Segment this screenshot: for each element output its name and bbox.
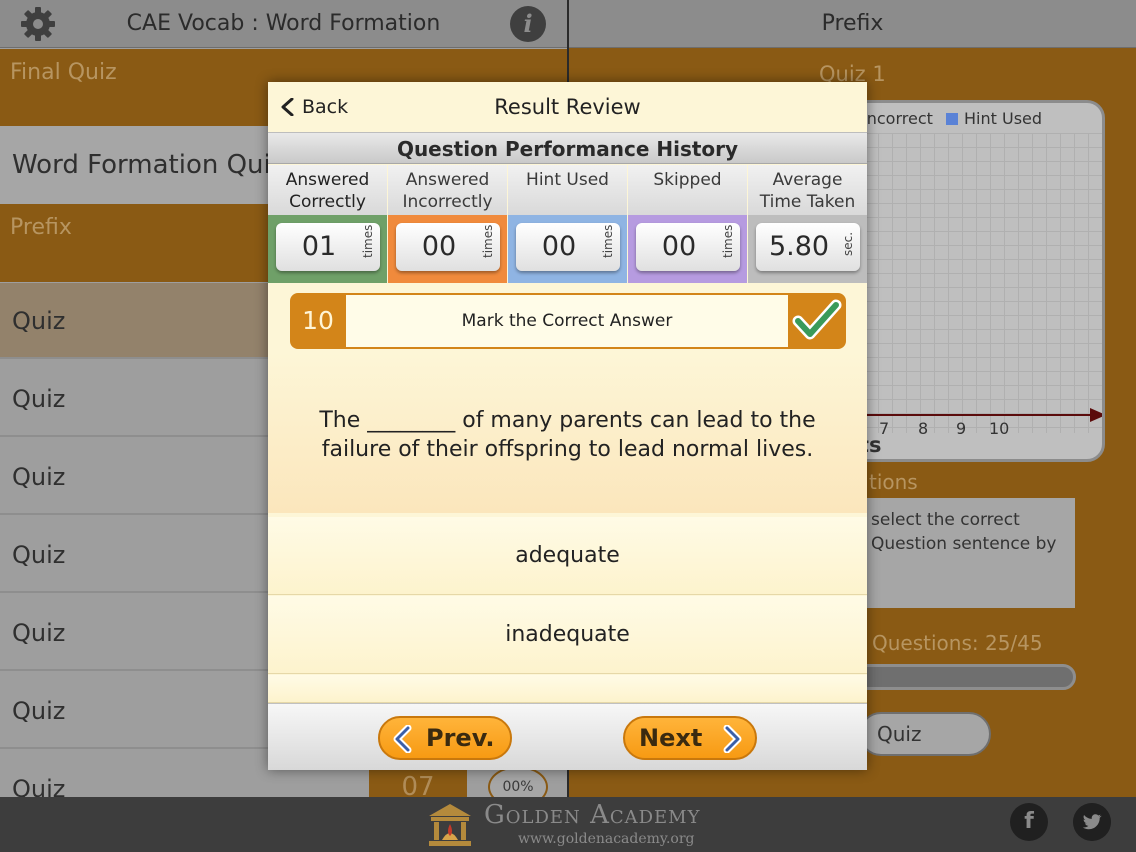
stat-value: 00 (541, 231, 577, 262)
legend-hint: Hint Used (946, 109, 1042, 128)
prev-label: Prev. (426, 724, 495, 752)
start-quiz-button[interactable]: Quiz (859, 712, 991, 756)
modal-header: Back Result Review (268, 82, 867, 132)
check-icon (792, 299, 842, 340)
brand-url[interactable]: www.goldenacademy.org (518, 831, 695, 847)
stat-answered-correctly: Answered Correctly 01 times (268, 165, 387, 283)
instructions-line: select the correct (871, 510, 1020, 530)
stat-band: 00 times (628, 215, 747, 283)
stat-label-line: Answered (285, 170, 370, 190)
instructions-box: select the correct Question sentence by (849, 498, 1075, 608)
facebook-icon[interactable]: f (1010, 803, 1048, 841)
stat-label-line: Skipped (653, 170, 722, 190)
question-line: failure of their offspring to lead norma… (321, 437, 814, 462)
stat-unit: times (361, 224, 375, 258)
quiz-score-box: 07 (369, 770, 467, 797)
instructions-line: Question sentence by (871, 534, 1057, 554)
stat-label: Hint Used (508, 165, 627, 215)
prev-button[interactable]: Prev. (378, 716, 512, 760)
answer-option[interactable]: inadequate (268, 596, 867, 674)
stat-label: Answered Correctly (268, 165, 387, 215)
stat-unit: times (601, 224, 615, 258)
answer-option-partial[interactable] (268, 675, 867, 703)
result-review-modal: Back Result Review Question Performance … (268, 82, 867, 770)
stat-value: 00 (421, 231, 457, 262)
stat-unit: sec. (841, 231, 855, 257)
left-nav-bar: CAE Vocab : Word Formation i (0, 0, 567, 48)
stat-label-line: Average (772, 170, 843, 190)
stat-answered-incorrectly: Answered Incorrectly 00 times (388, 165, 507, 283)
stat-label-line: Time Taken (759, 192, 856, 212)
tick-label: 9 (956, 419, 967, 438)
stat-value: 00 (661, 231, 697, 262)
stat-value: 01 (301, 231, 337, 262)
answer-option[interactable]: adequate (268, 517, 867, 595)
stat-unit: times (721, 224, 735, 258)
stat-band: 00 times (388, 215, 507, 283)
tick-label: 10 (989, 419, 1010, 438)
question-line: The ________ of many parents can lead to… (319, 408, 816, 433)
stat-card: 01 times (276, 223, 380, 271)
right-nav-bar: Prefix (569, 0, 1136, 48)
right-pane-title: Prefix (821, 11, 884, 36)
chevron-right-icon (723, 725, 742, 753)
back-label: Back (302, 96, 349, 118)
stat-band: 00 times (508, 215, 627, 283)
app-title: CAE Vocab : Word Formation (126, 11, 441, 36)
next-label: Next (639, 724, 703, 752)
brand-name: Golden Academy (484, 800, 701, 830)
stat-card: 00 times (636, 223, 740, 271)
stat-label: Answered Incorrectly (388, 165, 507, 215)
modal-title: Result Review (494, 95, 641, 119)
x-axis-arrow (1090, 408, 1102, 422)
stat-value: 5.80 (768, 231, 830, 262)
stat-label-line: Hint Used (526, 170, 609, 190)
stat-label: Average Time Taken (748, 165, 867, 215)
instructions-header: tions (869, 470, 918, 494)
stat-skipped: Skipped 00 times (628, 165, 747, 283)
question-area: The ________ of many parents can lead to… (268, 353, 867, 513)
stat-label: Skipped (628, 165, 747, 215)
question-banner: 10 Mark the Correct Answer (290, 293, 846, 349)
question-number: 10 (302, 306, 334, 335)
chevron-left-icon (393, 725, 412, 753)
tick-label: 8 (918, 419, 929, 438)
stat-card: 5.80 sec. (756, 223, 860, 271)
question-type: Mark the Correct Answer (346, 295, 788, 347)
stat-unit: times (481, 224, 495, 258)
stat-label-line: Correctly (289, 192, 366, 212)
back-button[interactable]: Back (280, 92, 348, 122)
stat-label-line: Incorrectly (402, 192, 493, 212)
stat-card: 00 times (396, 223, 500, 271)
footer: Golden Academy www.goldenacademy.org f (0, 797, 1136, 852)
twitter-icon[interactable] (1073, 803, 1111, 841)
stat-card: 00 times (516, 223, 620, 271)
question-text: The ________ of many parents can lead to… (298, 406, 837, 464)
stat-hint-used: Hint Used 00 times (508, 165, 627, 283)
chevron-left-icon (281, 98, 294, 116)
info-icon[interactable]: i (510, 6, 546, 42)
modal-footer: Prev. Next (268, 703, 867, 770)
stat-label-line: Answered (405, 170, 490, 190)
next-button[interactable]: Next (623, 716, 757, 760)
stat-band: 5.80 sec. (748, 215, 867, 283)
questions-progress-bar (854, 664, 1076, 690)
stat-band: 01 times (268, 215, 387, 283)
stat-average-time: Average Time Taken 5.80 sec. (748, 165, 867, 283)
questions-progress: Questions: 25/45 (872, 631, 1043, 655)
performance-history-title: Question Performance History (268, 132, 867, 164)
academy-logo-icon (429, 804, 471, 846)
